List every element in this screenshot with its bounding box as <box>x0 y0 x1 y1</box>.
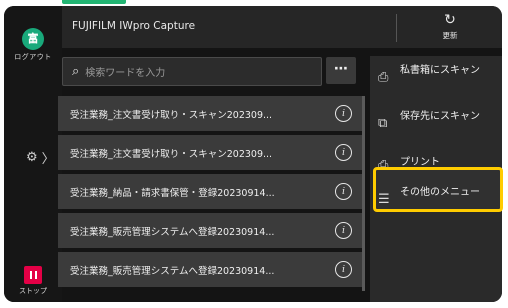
highlight-frame <box>373 167 503 212</box>
scan-to-mailbox-label: 私書箱にスキャン <box>400 65 480 76</box>
scan-to-folder-item[interactable]: ⧉ 保存先にスキャン <box>370 104 502 150</box>
scan-to-folder-label: 保存先にスキャン <box>400 111 480 122</box>
job-list: 受注業務_注文書受け取り・スキャン202309... i 受注業務_注文書受け取… <box>58 96 362 291</box>
list-item-name: 受注業務_注文書受け取り・スキャン202309... <box>70 149 273 160</box>
list-item[interactable]: 受注業務_注文書受け取り・スキャン202309... i <box>58 96 362 131</box>
list-item-name: 受注業務_販売管理システムへ登録20230914... <box>70 227 275 238</box>
list-item-name: 受注業務_販売管理システムへ登録20230914... <box>70 266 275 277</box>
stop-label: ストップ <box>19 287 47 295</box>
header-bar: FUJIFILM IWpro Capture ↻ 更新 <box>62 6 502 48</box>
list-item[interactable]: 受注業務_販売管理システムへ登録20230914... i <box>58 252 362 287</box>
list-item[interactable]: 受注業務_納品・請求書保管・登録20230914... i <box>58 174 362 209</box>
chevron-right-icon: 〉 <box>41 151 55 167</box>
mailbox-scan-icon: ⎙ <box>378 70 389 85</box>
refresh-icon: ↻ <box>444 12 456 28</box>
refresh-label: 更新 <box>442 31 458 40</box>
info-icon[interactable]: i <box>335 144 352 161</box>
list-item-name: 受注業務_注文書受け取り・スキャン202309... <box>70 110 273 121</box>
refresh-button[interactable]: ↻ 更新 <box>428 12 472 41</box>
more-options-button[interactable]: ⋯ <box>326 57 356 84</box>
app-title: FUJIFILM IWpro Capture <box>72 20 196 32</box>
settings-button[interactable]: ⚙ 〉 <box>26 147 55 167</box>
user-avatar-icon: 富 <box>22 28 44 50</box>
info-icon[interactable]: i <box>335 105 352 122</box>
list-item[interactable]: 受注業務_注文書受け取り・スキャン202309... i <box>58 135 362 170</box>
info-icon[interactable]: i <box>335 183 352 200</box>
search-icon: ⌕ <box>72 64 80 79</box>
gear-icon: ⚙ <box>26 149 38 165</box>
search-input[interactable]: ⌕ 検索ワードを入力 <box>62 57 322 86</box>
pause-icon <box>24 266 42 284</box>
info-icon[interactable]: i <box>335 222 352 239</box>
folder-scan-icon: ⧉ <box>378 116 388 131</box>
left-rail: 富 ログアウト ⚙ 〉 ストップ <box>4 6 62 302</box>
scan-to-mailbox-item[interactable]: ⎙ 私書箱にスキャン <box>370 58 502 104</box>
list-item[interactable]: 受注業務_販売管理システムへ登録20230914... i <box>58 213 362 248</box>
search-placeholder: 検索ワードを入力 <box>85 68 166 79</box>
logout-button[interactable]: 富 ログアウト <box>14 28 52 62</box>
list-scrollbar[interactable] <box>362 96 365 291</box>
top-accent-tab <box>62 0 126 4</box>
info-icon[interactable]: i <box>335 261 352 278</box>
stop-button[interactable]: ストップ <box>14 266 52 296</box>
logout-label: ログアウト <box>14 53 52 61</box>
list-item-name: 受注業務_納品・請求書保管・登録20230914... <box>70 188 275 199</box>
header-divider <box>396 14 397 42</box>
